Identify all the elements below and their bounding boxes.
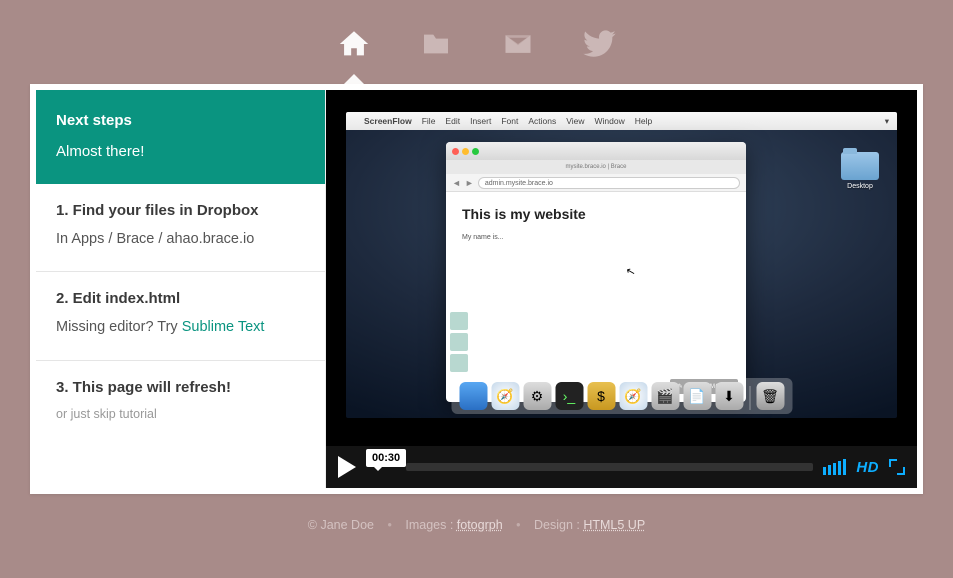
- step-desc: In Apps / Brace / ahao.brace.io: [56, 229, 305, 249]
- menu-item: File: [422, 116, 436, 126]
- folder-label: Desktop: [839, 183, 881, 190]
- menu-item: Help: [635, 116, 652, 126]
- video-player-bar: 00:30 HD: [326, 446, 917, 488]
- sidebar-header: Next steps Almost there!: [36, 90, 325, 184]
- url-bar: ◄ ► admin.mysite.brace.io: [446, 174, 746, 192]
- tool-icon: [450, 312, 468, 330]
- progress-bar[interactable]: [406, 463, 813, 471]
- url-field: admin.mysite.brace.io: [478, 177, 740, 189]
- html5up-link[interactable]: HTML5 UP: [583, 518, 645, 532]
- menubar-app: ScreenFlow: [364, 116, 412, 126]
- compass-icon: 🧭: [491, 382, 519, 410]
- finder-icon: [459, 382, 487, 410]
- images-label: Images :: [405, 518, 453, 532]
- menu-item: Insert: [470, 116, 491, 126]
- app-icon: ⬇: [715, 382, 743, 410]
- wifi-icon: ▾: [885, 116, 889, 127]
- tool-icon: [450, 354, 468, 372]
- page-heading: This is my website: [462, 206, 730, 222]
- hd-button[interactable]: HD: [856, 459, 879, 476]
- macos-dock: 🧭 ⚙ ›_ $ 🧭 🎬 📄 ⬇ 🗑: [451, 378, 792, 414]
- menu-item: Font: [501, 116, 518, 126]
- play-button[interactable]: [338, 456, 356, 478]
- volume-icon[interactable]: [823, 459, 846, 475]
- sublime-link[interactable]: Sublime Text: [182, 319, 265, 335]
- menu-item: Actions: [528, 116, 556, 126]
- desktop-folder: Desktop: [839, 152, 881, 190]
- zoom-icon: [472, 148, 479, 155]
- sidebar: Next steps Almost there! 1. Find your fi…: [36, 90, 326, 488]
- skip-tutorial-link[interactable]: or just skip tutorial: [56, 407, 157, 421]
- menu-item: Edit: [445, 116, 460, 126]
- step-title: 1. Find your files in Dropbox: [56, 202, 305, 219]
- forward-icon: ►: [465, 178, 474, 188]
- menu-item: View: [566, 116, 584, 126]
- minimize-icon: [462, 148, 469, 155]
- timestamp-badge: 00:30: [366, 449, 406, 467]
- sidebar-title: Next steps: [56, 112, 305, 129]
- design-label: Design :: [534, 518, 580, 532]
- page-content: This is my website My name is... ✎ DRAFT…: [446, 192, 746, 402]
- close-icon: [452, 148, 459, 155]
- safari-icon: 🧭: [619, 382, 647, 410]
- copyright: © Jane Doe: [308, 518, 374, 532]
- step-3: 3. This page will refresh! or just skip …: [36, 361, 325, 446]
- tool-icon: [450, 333, 468, 351]
- window-titlebar: [446, 142, 746, 160]
- menu-item: Window: [595, 116, 625, 126]
- twitter-icon[interactable]: [578, 24, 622, 64]
- step-desc: Missing editor? Try Sublime Text: [56, 317, 305, 337]
- app-icon: 📄: [683, 382, 711, 410]
- step-2: 2. Edit index.html Missing editor? Try S…: [36, 272, 325, 360]
- trash-icon: 🗑: [756, 382, 784, 410]
- footer: © Jane Doe • Images : fotogrph • Design …: [0, 518, 953, 532]
- app-icon: $: [587, 382, 615, 410]
- back-icon: ◄: [452, 178, 461, 188]
- macos-menubar: ScreenFlow File Edit Insert Font Actions…: [346, 112, 897, 130]
- terminal-icon: ›_: [555, 382, 583, 410]
- browser-window: mysite.brace.io | Brace ◄ ► admin.mysite…: [446, 142, 746, 402]
- dock-separator: [749, 386, 750, 410]
- browser-tab: mysite.brace.io | Brace: [446, 160, 746, 174]
- top-nav: [0, 0, 953, 84]
- app-icon: 🎬: [651, 382, 679, 410]
- step-1: 1. Find your files in Dropbox In Apps / …: [36, 184, 325, 272]
- sidebar-subtitle: Almost there!: [56, 143, 305, 160]
- video-frame[interactable]: ScreenFlow File Edit Insert Font Actions…: [326, 90, 917, 446]
- video-area: ScreenFlow File Edit Insert Font Actions…: [326, 90, 917, 488]
- side-tools: [450, 312, 468, 372]
- step-title: 3. This page will refresh!: [56, 379, 305, 396]
- fullscreen-button[interactable]: [889, 459, 905, 475]
- home-icon[interactable]: [332, 24, 376, 64]
- mail-icon[interactable]: [496, 24, 540, 64]
- app-icon: ⚙: [523, 382, 551, 410]
- main-panel: Next steps Almost there! 1. Find your fi…: [30, 84, 923, 494]
- step-title: 2. Edit index.html: [56, 290, 305, 307]
- fotogrph-link[interactable]: fotogrph: [457, 518, 503, 532]
- folder-icon: [841, 152, 879, 180]
- folder-icon[interactable]: [414, 24, 458, 64]
- page-subtext: My name is...: [462, 234, 730, 241]
